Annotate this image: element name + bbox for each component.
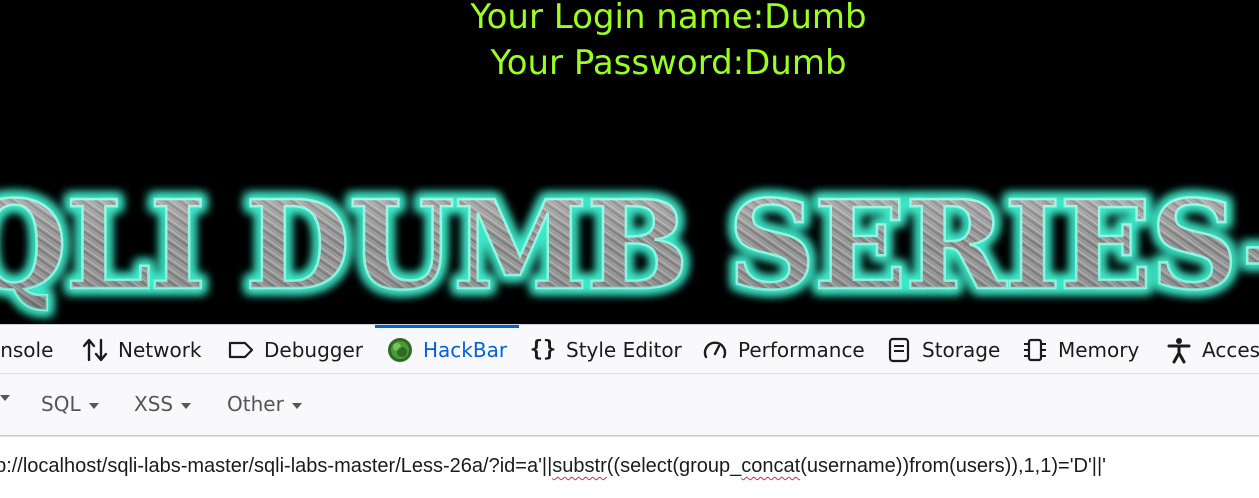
chevron-down-icon (88, 402, 99, 409)
accessibility-person-icon (1164, 335, 1194, 365)
tab-console-label: Console (0, 337, 54, 362)
tab-network-label: Network (118, 337, 202, 362)
tab-debugger[interactable]: Debugger (226, 325, 363, 373)
tab-accessibility[interactable]: Accessibility (1164, 325, 1259, 373)
devtools-tab-bar: Console Network Debugger (0, 324, 1259, 374)
tab-hackbar-label: HackBar (423, 337, 508, 362)
chevron-down-icon (291, 402, 302, 409)
sql-menu-label: SQL (41, 392, 81, 416)
url-suffix: (username))from(users)),1,1)='D'||' (800, 455, 1106, 477)
other-menu[interactable]: Other (227, 392, 302, 416)
memory-chip-icon (1020, 335, 1050, 365)
tab-performance-label: Performance (738, 337, 865, 362)
xss-menu[interactable]: XSS (134, 392, 192, 416)
web-page-content: Your Login name:Dumb Your Password:Dumb (0, 0, 1259, 324)
url-mid: ((select(group_ (606, 455, 742, 477)
other-menu-label: Other (227, 392, 284, 416)
banner-graphic: SQLI DUMB SERIES-26A SQLI DUMB SERIES-26… (0, 168, 1259, 322)
tab-network[interactable]: Network (80, 325, 202, 373)
url-input[interactable]: http://localhost/sqli-labs-master/sqli-l… (0, 455, 1259, 485)
debugger-icon (226, 335, 256, 365)
hackbar-cut-off-menu[interactable] (0, 392, 10, 401)
storage-icon (884, 335, 914, 365)
xss-menu-label: XSS (134, 392, 174, 416)
password-text: Your Password:Dumb (490, 43, 847, 83)
tab-storage-label: Storage (922, 337, 1001, 362)
tab-hackbar[interactable]: HackBar (375, 325, 520, 373)
chevron-down-icon (0, 395, 10, 401)
chevron-down-icon (181, 402, 192, 409)
tab-debugger-label: Debugger (264, 337, 363, 362)
sqli-dumb-series-banner: SQLI DUMB SERIES-26A SQLI DUMB SERIES-26… (0, 168, 1259, 324)
tab-style-editor[interactable]: {} Style Editor (528, 325, 682, 373)
tab-performance[interactable]: Performance (700, 325, 865, 373)
hackbar-icon (385, 335, 415, 365)
hackbar-toolbar: SQL XSS Other (0, 374, 1259, 436)
tab-memory[interactable]: Memory (1020, 325, 1140, 373)
network-arrows-icon (80, 335, 110, 365)
tab-console[interactable]: Console (0, 325, 54, 373)
braces-icon: {} (529, 337, 557, 362)
hackbar-url-panel: http://localhost/sqli-labs-master/sqli-l… (0, 436, 1259, 498)
tab-accessibility-label: Accessibility (1202, 337, 1259, 362)
banner-sheen-text: SQLI DUMB SERIES-26A (0, 173, 1259, 317)
url-prefix: http://localhost/sqli-labs-master/sqli-l… (0, 455, 553, 477)
tab-style-editor-label: Style Editor (566, 337, 682, 362)
tab-storage[interactable]: Storage (884, 325, 1001, 373)
sql-menu[interactable]: SQL (41, 392, 99, 416)
gauge-icon (700, 335, 730, 365)
screenshot-root: Your Login name:Dumb Your Password:Dumb (0, 0, 1259, 498)
tab-memory-label: Memory (1058, 337, 1140, 362)
url-concat-misspelled: concat (741, 455, 801, 477)
url-substr-misspelled: substr (552, 455, 607, 477)
login-name-text: Your Login name:Dumb (470, 0, 867, 37)
